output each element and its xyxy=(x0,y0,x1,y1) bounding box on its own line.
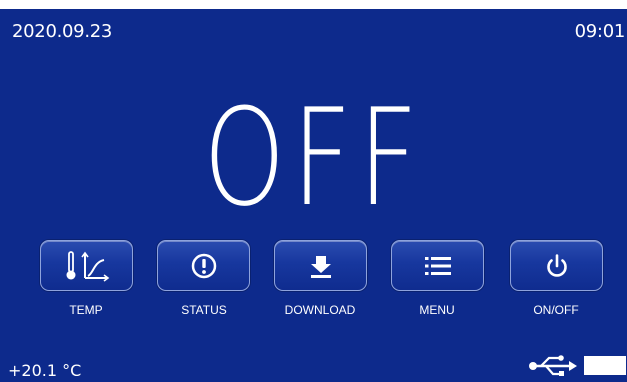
menu-label: MENU xyxy=(419,303,455,317)
download-button[interactable] xyxy=(274,240,367,291)
power-state-display: OFF xyxy=(0,91,627,225)
power-icon xyxy=(546,253,567,277)
menu-list-icon xyxy=(424,256,451,275)
battery-icon xyxy=(584,356,626,375)
power-state-text: OFF xyxy=(202,80,425,236)
on-off-button[interactable] xyxy=(510,240,603,291)
time-display: 09:01 xyxy=(574,21,626,42)
alert-circle-icon xyxy=(191,253,216,278)
menu-button[interactable] xyxy=(391,240,484,291)
thermometer-graph-icon xyxy=(66,250,109,282)
device-screen: 2020.09.23 09:01 OFF TEMP STATUS DOWNLOA… xyxy=(0,9,627,382)
download-icon xyxy=(310,255,331,278)
usb-icon xyxy=(529,355,577,376)
battery-fill xyxy=(586,358,624,373)
on-off-label: ON/OFF xyxy=(533,303,579,317)
temp-button[interactable] xyxy=(40,240,133,291)
status-label: STATUS xyxy=(181,303,227,317)
temperature-reading: +20.1 °C xyxy=(8,361,82,380)
date-display: 2020.09.23 xyxy=(12,21,113,42)
download-label: DOWNLOAD xyxy=(284,303,356,317)
status-button[interactable] xyxy=(157,240,250,291)
temp-label: TEMP xyxy=(69,303,103,317)
